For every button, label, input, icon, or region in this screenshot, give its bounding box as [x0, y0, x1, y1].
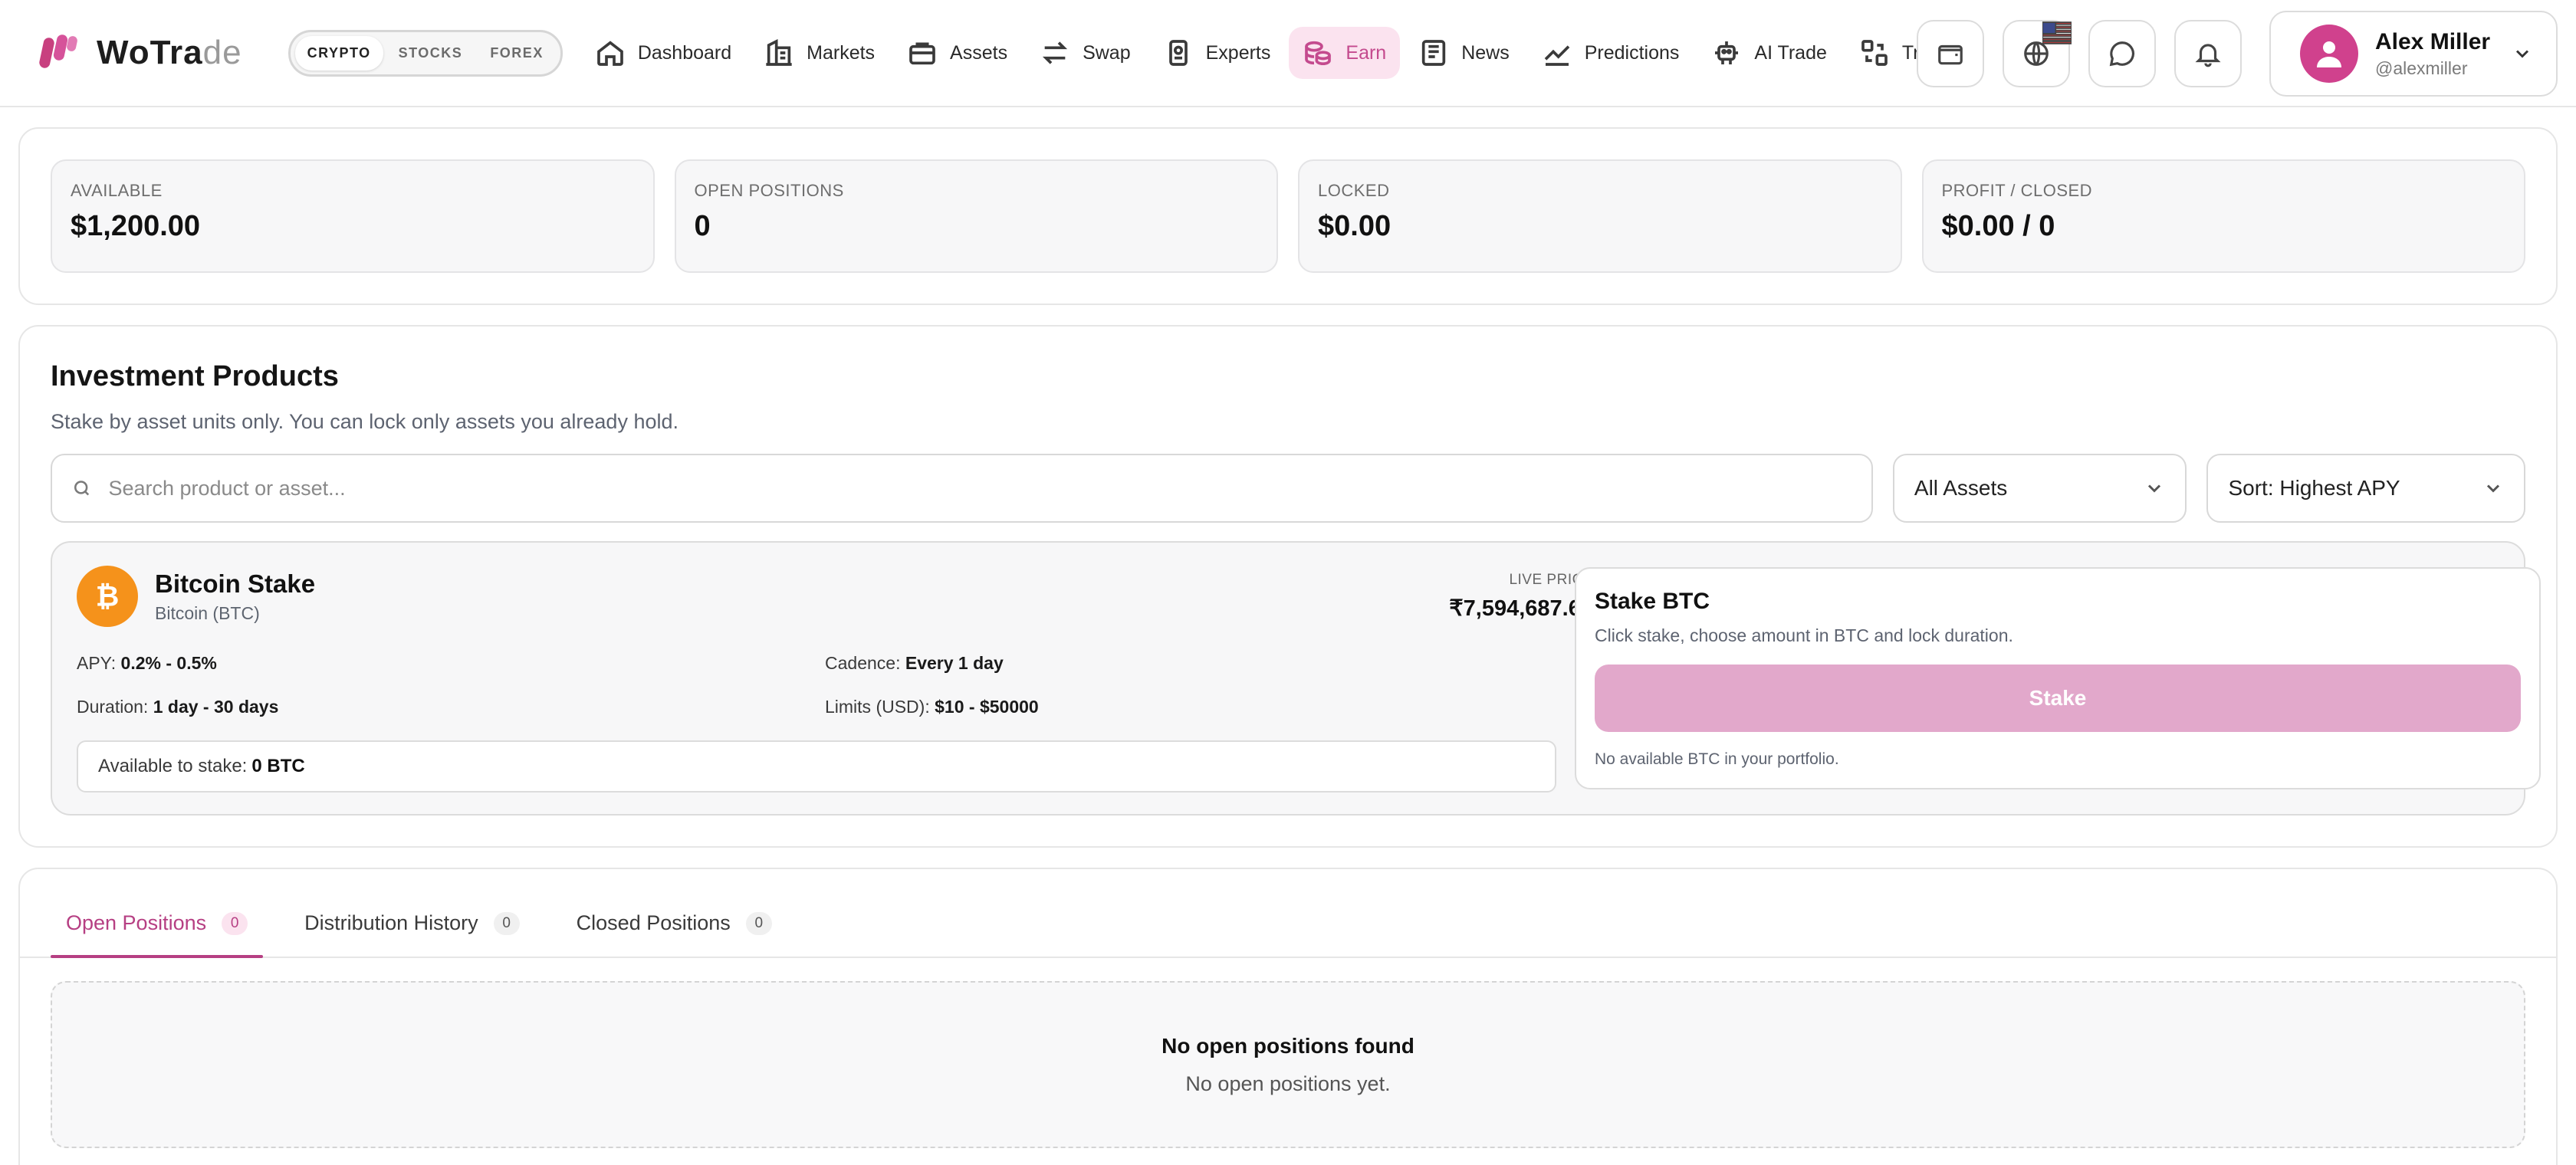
nav-predictions[interactable]: Predictions — [1528, 27, 1694, 79]
wallet-icon — [1938, 44, 1963, 65]
user-icon — [2317, 41, 2341, 67]
chevron-down-icon — [2515, 50, 2529, 58]
svg-text:₿: ₿ — [96, 579, 120, 613]
live-price: LIVE PRICE ₹7,594,687.61 — [1449, 572, 1593, 621]
spec-duration: Duration: 1 day - 30 days — [77, 697, 279, 717]
empty-title: No open positions found — [1162, 1033, 1414, 1058]
search-input[interactable] — [108, 476, 1852, 500]
coins-icon — [1305, 41, 1332, 66]
user-profile-menu[interactable]: Alex Miller @alexmiller — [2269, 11, 2558, 97]
sort-select[interactable]: Sort: Highest APY — [2206, 454, 2525, 523]
market-switch: CRYPTO STOCKS FOREX — [288, 29, 563, 77]
briefcase-icon — [909, 42, 935, 65]
user-handle: @alexmiller — [2375, 57, 2468, 78]
stats-panel: AVAILABLE $1,200.00 OPEN POSITIONS 0 LOC… — [18, 127, 2558, 305]
bell-icon — [2195, 44, 2221, 67]
positions-tabs: Open Positions 0 Distribution History 0 … — [20, 869, 2556, 958]
robot-icon — [1715, 41, 1739, 64]
avatar — [2300, 25, 2358, 83]
swap-icon — [1042, 41, 1068, 64]
investment-products: Investment Products Stake by asset units… — [18, 325, 2558, 848]
available-to-stake: Available to stake: 0 BTC — [77, 740, 1556, 793]
tab-open-positions[interactable]: Open Positions 0 — [51, 911, 264, 958]
chat-button[interactable] — [2088, 20, 2156, 87]
chat-icon — [2109, 41, 2134, 67]
home-icon — [596, 41, 623, 66]
section-subtitle: Stake by asset units only. You can lock … — [51, 410, 678, 433]
product-name: Bitcoin Stake — [155, 569, 316, 598]
product-asset: Bitcoin (BTC) — [155, 602, 260, 623]
tab-closed-positions[interactable]: Closed Positions 0 — [561, 911, 787, 957]
language-button[interactable] — [2003, 20, 2072, 87]
search-icon — [74, 481, 90, 496]
market-crypto[interactable]: CRYPTO — [294, 35, 383, 71]
nav-swap[interactable]: Swap — [1026, 27, 1145, 79]
bitcoin-icon: ₿ — [77, 566, 138, 627]
nav-dashboard[interactable]: Dashboard — [581, 27, 745, 79]
product-card-btc: ₿ Bitcoin Stake Bitcoin (BTC) LIVE PRICE… — [51, 541, 2541, 816]
empty-subtitle: No open positions yet. — [1185, 1071, 1391, 1095]
chevron-down-icon — [2148, 484, 2161, 493]
notifications-button[interactable] — [2174, 20, 2242, 87]
stake-panel: Stake BTC Click stake, choose amount in … — [1575, 567, 2541, 789]
nav-markets[interactable]: Markets — [750, 27, 889, 79]
stake-title: Stake BTC — [1595, 589, 1710, 614]
spec-limits: Limits (USD): $10 - $50000 — [825, 697, 1039, 717]
brand-name: WoTrade — [97, 34, 242, 71]
market-stocks[interactable]: STOCKS — [386, 36, 475, 71]
newspaper-icon — [1422, 40, 1446, 66]
empty-state: No open positions found No open position… — [51, 981, 2525, 1148]
count-badge: 0 — [745, 911, 772, 935]
nav-ai-trade[interactable]: AI Trade — [1697, 27, 1841, 79]
us-flag-icon — [2042, 21, 2072, 44]
header-actions — [1917, 20, 2242, 87]
stat-available: AVAILABLE $1,200.00 — [51, 159, 655, 273]
badge-icon — [1168, 40, 1188, 66]
stat-profit-closed: PROFIT / CLOSED $0.00 / 0 — [1921, 159, 2525, 273]
section-title: Investment Products — [51, 360, 339, 392]
stat-locked: LOCKED $0.00 — [1298, 159, 1902, 273]
chevron-down-icon — [2486, 484, 2500, 493]
main-nav: Dashboard Markets Assets Swap Experts Ea… — [581, 27, 1990, 79]
market-forex[interactable]: FOREX — [478, 36, 556, 71]
stake-note: No available BTC in your portfolio. — [1595, 750, 1839, 768]
nav-earn[interactable]: Earn — [1289, 27, 1401, 79]
stake-button[interactable]: Stake — [1595, 665, 2521, 732]
stake-description: Click stake, choose amount in BTC and lo… — [1595, 625, 2013, 645]
asset-filter-select[interactable]: All Assets — [1892, 454, 2187, 523]
brand[interactable]: WoTrade — [38, 31, 242, 74]
nav-experts[interactable]: Experts — [1149, 27, 1285, 79]
count-badge: 0 — [222, 911, 248, 935]
building-icon — [766, 39, 792, 66]
spec-cadence: Cadence: Every 1 day — [825, 653, 1004, 673]
spec-apy: APY: 0.2% - 0.5% — [77, 653, 217, 673]
trend-icon — [1544, 45, 1570, 66]
nav-news[interactable]: News — [1405, 27, 1523, 79]
user-name: Alex Miller — [2375, 28, 2491, 54]
stat-open-positions: OPEN POSITIONS 0 — [674, 159, 1278, 273]
logo-icon — [39, 34, 77, 68]
positions-panel: Open Positions 0 Distribution History 0 … — [18, 868, 2558, 1165]
exchange-icon — [1861, 40, 1888, 66]
top-bar: WoTrade CRYPTO STOCKS FOREX Dashboard Ma… — [0, 0, 2576, 107]
filters: All Assets Sort: Highest APY — [51, 454, 2525, 523]
tab-distribution-history[interactable]: Distribution History 0 — [289, 911, 535, 957]
count-badge: 0 — [493, 911, 520, 935]
wallet-button[interactable] — [1917, 20, 1984, 87]
app-root: WoTrade CRYPTO STOCKS FOREX Dashboard Ma… — [0, 0, 2576, 1165]
nav-assets[interactable]: Assets — [893, 27, 1021, 79]
search-box — [51, 454, 1873, 523]
